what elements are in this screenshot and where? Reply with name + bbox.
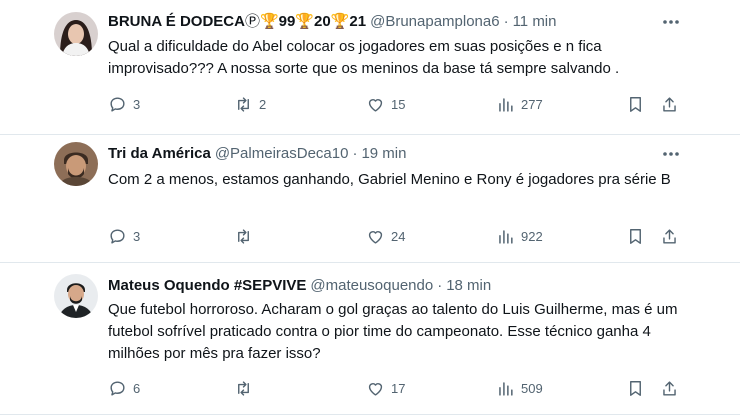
more-icon [663,152,679,156]
bookmark-icon [630,96,641,112]
reply-icon [110,380,125,396]
bookmark-button[interactable] [626,94,645,114]
more-icon [663,20,679,24]
views-button[interactable]: 277 [496,94,543,114]
views-button[interactable]: 509 [496,378,543,398]
tweet-actions: 3 2 15 277 [108,94,688,114]
bookmark-icon [630,228,641,244]
views-icon [499,97,513,112]
retweet-icon [238,228,249,244]
name-badge: Ⓟ [244,13,260,30]
author-handle[interactable]: @Brunapamplona6 [370,13,499,30]
tweet-header: Tri da América @PalmeirasDeca10 · 19 min [108,144,406,164]
like-icon [368,230,383,244]
like-button[interactable]: 17 [366,378,405,398]
like-count: 15 [391,96,406,112]
retweet-button[interactable] [234,378,259,398]
tweet-text: Qual a dificuldade do Abel colocar os jo… [108,38,620,77]
bookmark-button[interactable] [626,226,645,246]
reply-button[interactable]: 3 [108,226,140,246]
reply-count: 3 [133,228,141,244]
more-button[interactable] [660,12,682,32]
like-count: 17 [391,380,406,396]
reply-button[interactable]: 3 [108,94,140,114]
like-button[interactable]: 24 [366,226,405,246]
share-button[interactable] [660,94,679,114]
author-name-text: BRUNA É DODECA [108,13,245,30]
views-count: 277 [521,96,543,112]
views-icon [499,229,513,244]
retweet-icon [238,380,249,396]
tweet-header: Mateus Oquendo #SEPVIVE @mateusoquendo · 18… [108,276,491,296]
share-icon [663,96,676,112]
tweet[interactable]: BRUNA É DODECAⓅ🏆99🏆20🏆21 @Brunapamplona6 ·… [0,0,740,135]
like-button[interactable]: 15 [366,94,405,114]
like-icon [368,98,383,112]
views-count: 509 [521,380,543,396]
separator: · [352,145,358,162]
views-button[interactable]: 922 [496,226,543,246]
share-button[interactable] [660,378,679,398]
views-icon [499,381,513,396]
name-number: 99 [278,13,296,30]
tweet-actions: 6 17 509 [108,378,688,398]
trophy-emoji: 🏆 [330,13,350,30]
retweet-button[interactable] [234,226,259,246]
trophy-emoji: 🏆 [259,13,279,30]
author-handle[interactable]: @PalmeirasDeca10 [215,145,349,162]
tweet-actions: 3 24 922 [108,226,688,246]
bookmark-icon [630,380,641,396]
tweet-text: Que futebol horroroso. Acharam o gol gra… [108,301,678,362]
trophy-emoji: 🏆 [295,13,315,30]
tweet-time[interactable]: 11 min [513,13,557,30]
share-button[interactable] [660,226,679,246]
tweet-time[interactable]: 18 min [446,277,491,294]
bookmark-button[interactable] [626,378,645,398]
avatar[interactable] [54,12,98,56]
tweet-feed: BRUNA É DODECAⓅ🏆99🏆20🏆21 @Brunapamplona6 ·… [0,0,740,416]
like-count: 24 [391,228,406,244]
tweet-time[interactable]: 19 min [361,145,406,162]
author-name[interactable]: Mateus Oquendo #SEPVIVE [108,277,306,294]
separator: · [503,13,509,30]
views-count: 922 [521,228,543,244]
name-number: 20 [314,13,331,30]
separator: · [437,277,443,294]
tweet[interactable]: Mateus Oquendo #SEPVIVE @mateusoquendo · 18… [0,262,740,415]
tweet-text: Com 2 a menos, estamos ganhando, Gabriel… [108,171,671,188]
reply-icon [110,96,125,112]
avatar[interactable] [54,274,98,318]
retweet-count: 2 [259,96,267,112]
reply-icon [110,228,125,244]
share-icon [663,380,676,396]
author-name[interactable]: Tri da América [108,145,211,162]
author-name[interactable]: BRUNA É DODECAⓅ🏆99🏆20🏆21 [108,13,366,30]
reply-count: 3 [133,96,141,112]
share-icon [663,228,676,244]
tweet-header: BRUNA É DODECAⓅ🏆99🏆20🏆21 @Brunapamplona6 ·… [108,12,557,32]
name-number: 21 [349,13,367,30]
more-button[interactable] [660,144,682,164]
tweet[interactable]: Tri da América @PalmeirasDeca10 · 19 min Co… [0,134,740,263]
retweet-icon [238,96,249,112]
reply-count: 6 [133,380,141,396]
avatar[interactable] [54,142,98,186]
reply-button[interactable]: 6 [108,378,140,398]
retweet-button[interactable]: 2 [234,94,266,114]
author-handle[interactable]: @mateusoquendo [310,277,433,294]
like-icon [368,382,383,396]
